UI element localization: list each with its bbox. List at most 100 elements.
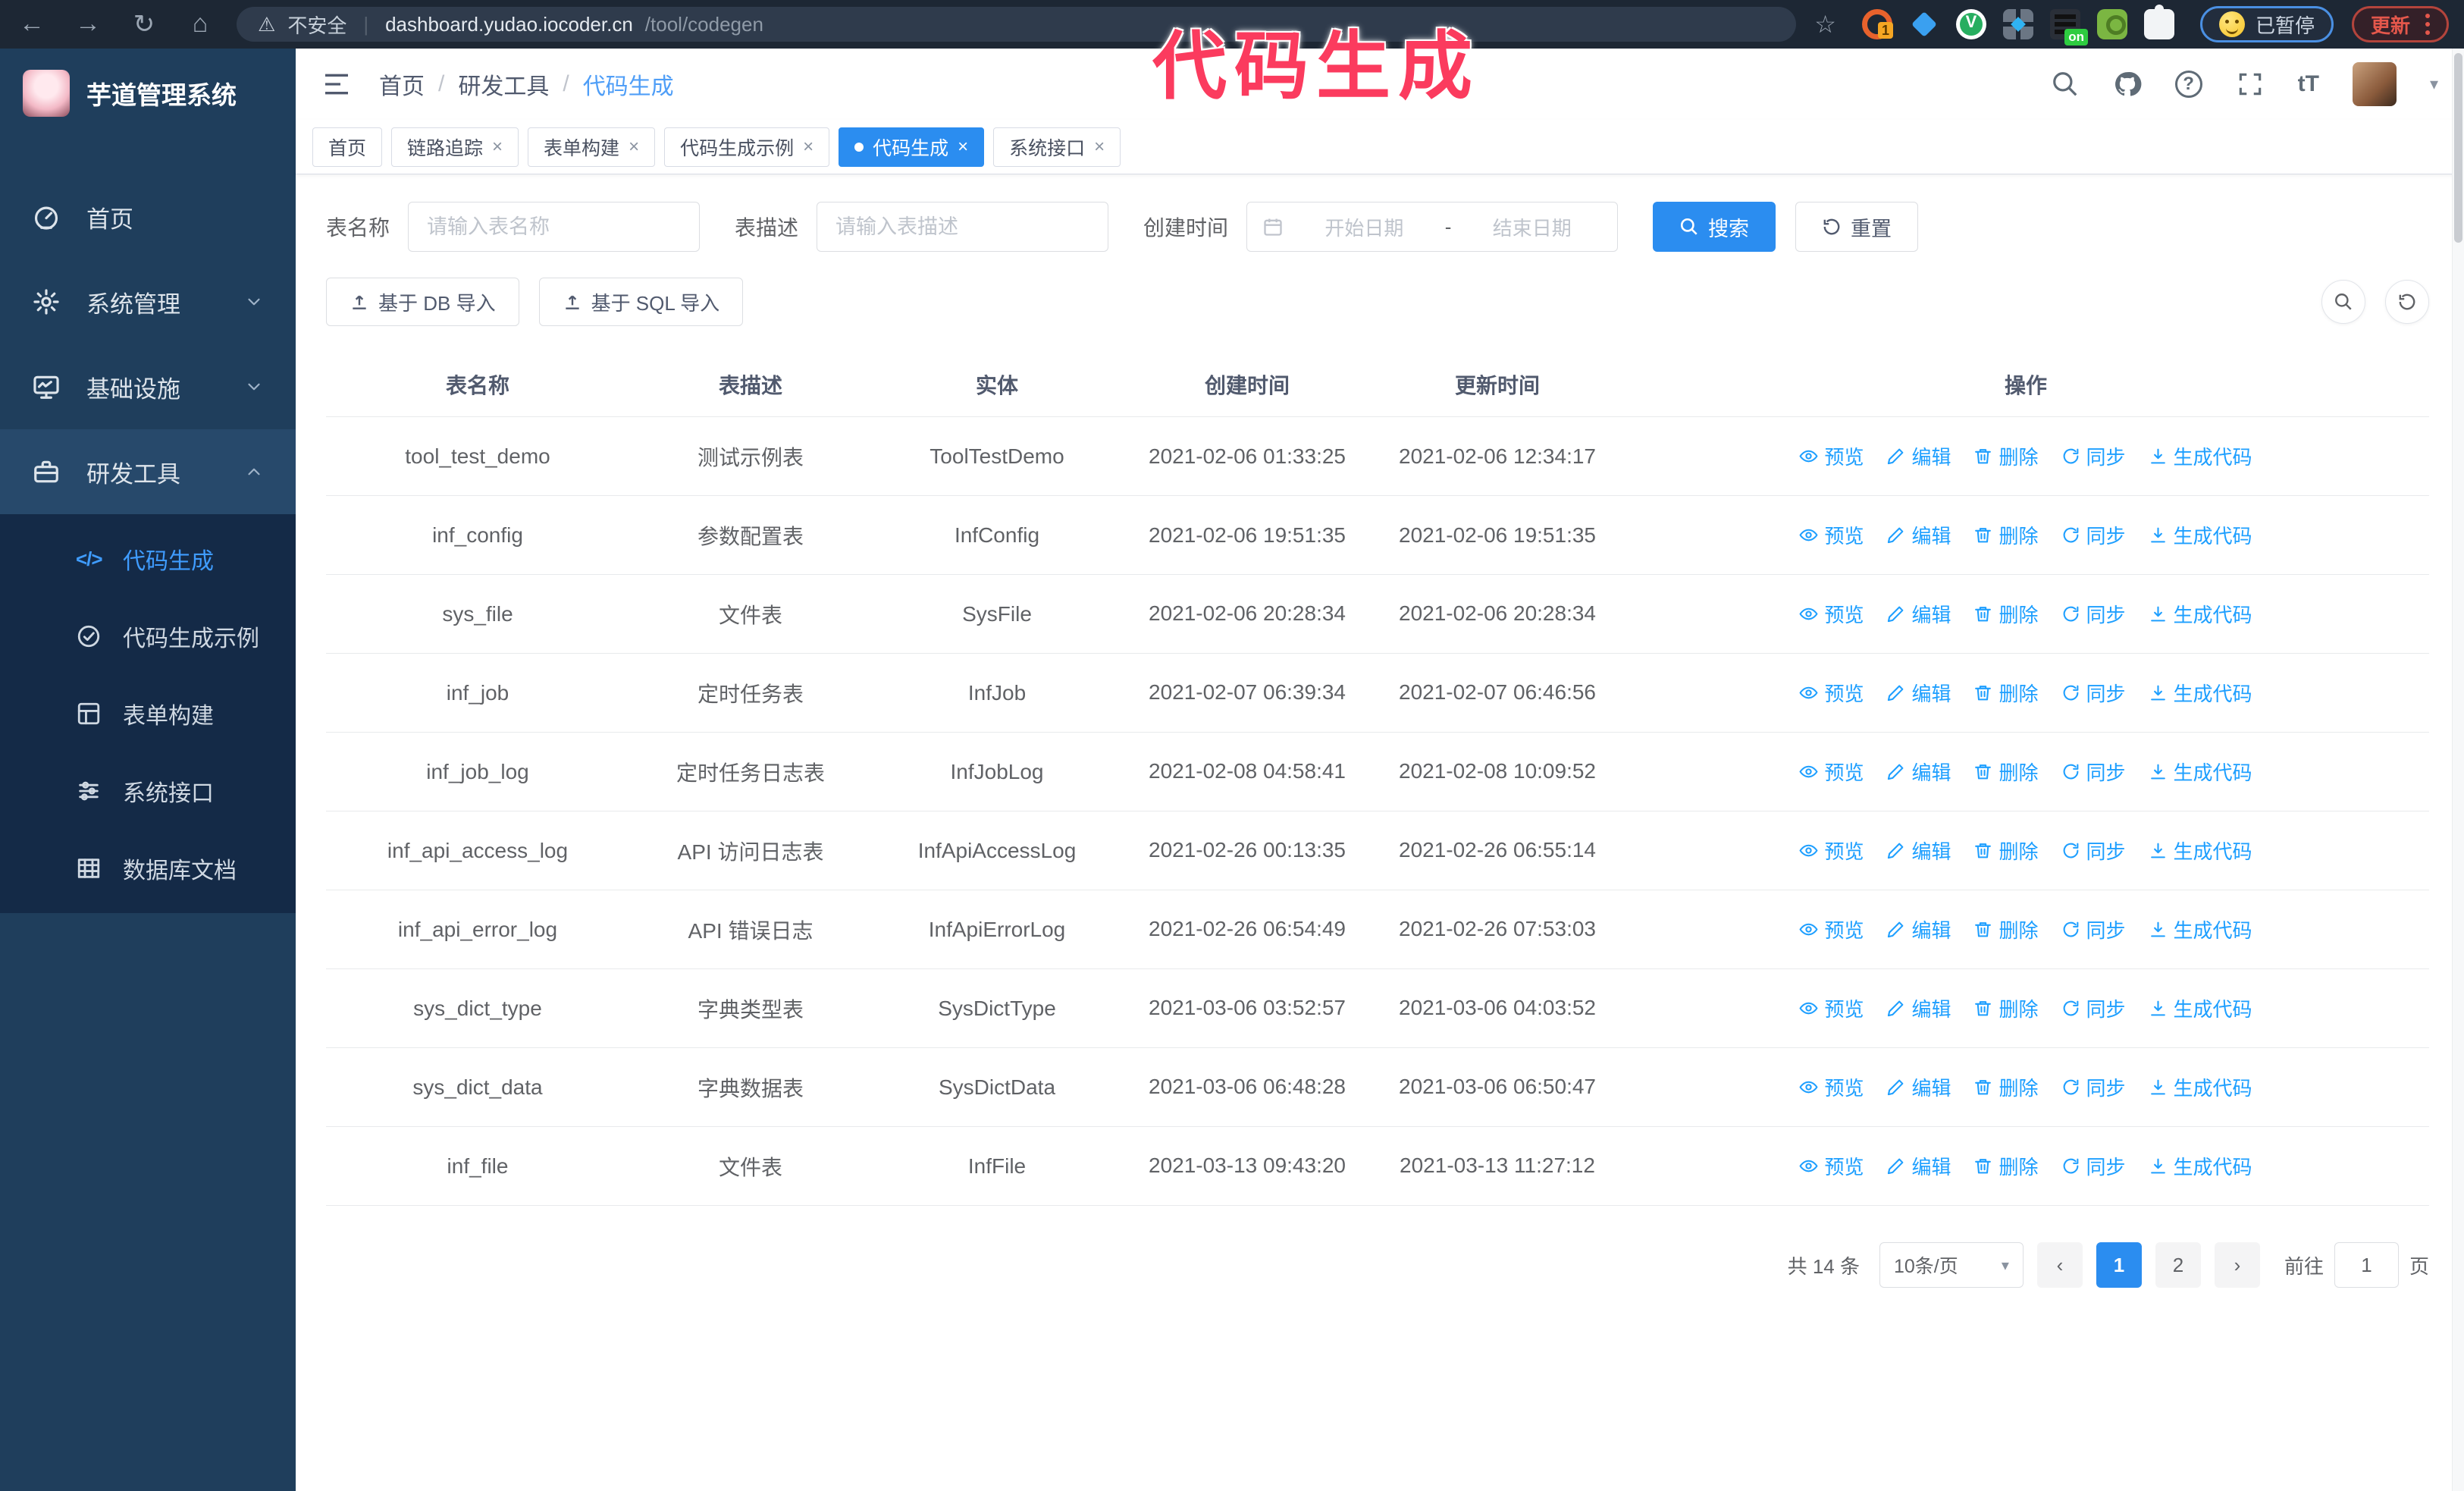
date-range-picker[interactable]: 开始日期 - 结束日期 xyxy=(1246,202,1619,252)
action-edit-link[interactable]: 编辑 xyxy=(1886,1152,1951,1180)
tag-close-icon[interactable]: × xyxy=(803,137,813,156)
action-eye-link[interactable]: 预览 xyxy=(1799,1152,1864,1180)
scrollbar-thumb[interactable] xyxy=(2454,53,2462,243)
action-eye-link[interactable]: 预览 xyxy=(1799,994,1864,1022)
extension-icon-dark[interactable]: on xyxy=(2049,9,2088,46)
extension-icon-greenkey[interactable] xyxy=(2096,9,2127,39)
action-sync-link[interactable]: 同步 xyxy=(2061,915,2126,943)
action-eye-link[interactable]: 预览 xyxy=(1799,521,1864,549)
action-trash-link[interactable]: 删除 xyxy=(1973,994,2039,1022)
sidebar-subitem-3[interactable]: 表单构建 xyxy=(0,675,296,752)
github-icon[interactable] xyxy=(2113,70,2142,99)
collapse-sidebar-icon[interactable] xyxy=(321,69,352,99)
action-edit-link[interactable]: 编辑 xyxy=(1886,521,1951,549)
action-download-link[interactable]: 生成代码 xyxy=(2149,679,2252,707)
tag-5[interactable]: 代码生成 × xyxy=(839,127,985,167)
action-sync-link[interactable]: 同步 xyxy=(2061,442,2126,470)
action-trash-link[interactable]: 删除 xyxy=(1973,1152,2039,1180)
tag-3[interactable]: 表单构建 × xyxy=(528,127,656,167)
action-eye-link[interactable]: 预览 xyxy=(1799,758,1864,786)
chrome-update-button[interactable]: 更新 xyxy=(2351,6,2449,42)
action-download-link[interactable]: 生成代码 xyxy=(2149,521,2252,549)
action-trash-link[interactable]: 删除 xyxy=(1973,521,2039,549)
action-trash-link[interactable]: 删除 xyxy=(1973,600,2039,628)
import-sql-button[interactable]: 基于 SQL 导入 xyxy=(538,278,744,326)
action-download-link[interactable]: 生成代码 xyxy=(2149,1152,2252,1180)
forward-icon[interactable]: → xyxy=(71,9,105,39)
next-page-button[interactable]: › xyxy=(2214,1242,2260,1288)
action-trash-link[interactable]: 删除 xyxy=(1973,679,2039,707)
action-download-link[interactable]: 生成代码 xyxy=(2149,994,2252,1022)
action-sync-link[interactable]: 同步 xyxy=(2061,837,2126,865)
action-sync-link[interactable]: 同步 xyxy=(2061,600,2126,628)
action-edit-link[interactable]: 编辑 xyxy=(1886,679,1951,707)
sidebar-item-4[interactable]: 研发工具 xyxy=(0,429,296,514)
reload-icon[interactable]: ↻ xyxy=(127,9,161,39)
date-start-placeholder[interactable]: 开始日期 xyxy=(1294,213,1434,241)
date-end-placeholder[interactable]: 结束日期 xyxy=(1462,213,1602,241)
tag-1[interactable]: 首页 xyxy=(312,127,383,167)
extension-icon-grid[interactable] xyxy=(2002,9,2033,39)
action-download-link[interactable]: 生成代码 xyxy=(2149,758,2252,786)
action-download-link[interactable]: 生成代码 xyxy=(2149,1073,2252,1101)
page-button-2[interactable]: 2 xyxy=(2155,1242,2201,1288)
tag-6[interactable]: 系统接口 × xyxy=(993,127,1121,167)
breadcrumb-home[interactable]: 首页 xyxy=(379,67,425,101)
action-sync-link[interactable]: 同步 xyxy=(2061,521,2126,549)
sidebar-subitem-2[interactable]: 代码生成示例 xyxy=(0,598,296,675)
action-download-link[interactable]: 生成代码 xyxy=(2149,442,2252,470)
action-edit-link[interactable]: 编辑 xyxy=(1886,442,1951,470)
action-eye-link[interactable]: 预览 xyxy=(1799,915,1864,943)
action-eye-link[interactable]: 预览 xyxy=(1799,1073,1864,1101)
font-size-icon[interactable]: tT xyxy=(2298,71,2319,97)
action-edit-link[interactable]: 编辑 xyxy=(1886,994,1951,1022)
page-size-select[interactable]: 10条/页 ▾ xyxy=(1879,1242,2024,1288)
tag-2[interactable]: 链路追踪 × xyxy=(391,127,519,167)
sidebar-item-2[interactable]: 系统管理 xyxy=(0,259,296,344)
action-download-link[interactable]: 生成代码 xyxy=(2149,915,2252,943)
search-icon[interactable] xyxy=(2051,70,2080,99)
action-download-link[interactable]: 生成代码 xyxy=(2149,837,2252,865)
tag-close-icon[interactable]: × xyxy=(629,137,639,156)
action-eye-link[interactable]: 预览 xyxy=(1799,600,1864,628)
action-sync-link[interactable]: 同步 xyxy=(2061,1152,2126,1180)
action-trash-link[interactable]: 删除 xyxy=(1973,915,2039,943)
action-edit-link[interactable]: 编辑 xyxy=(1886,837,1951,865)
extension-icon-puzzle[interactable] xyxy=(2143,5,2174,39)
action-eye-link[interactable]: 预览 xyxy=(1799,837,1864,865)
action-edit-link[interactable]: 编辑 xyxy=(1886,600,1951,628)
action-trash-link[interactable]: 删除 xyxy=(1973,442,2039,470)
extension-icon-blue[interactable] xyxy=(1909,9,1939,39)
sidebar-item-1[interactable]: 首页 xyxy=(0,174,296,259)
tag-4[interactable]: 代码生成示例 × xyxy=(664,127,830,167)
extension-icon-orange[interactable]: 1 xyxy=(1861,9,1893,39)
extension-icon-green-circle[interactable] xyxy=(1955,9,1986,39)
browser-menu-kebab-icon[interactable] xyxy=(2425,14,2430,35)
home-icon[interactable]: ⌂ xyxy=(183,9,217,39)
action-edit-link[interactable]: 编辑 xyxy=(1886,915,1951,943)
action-edit-link[interactable]: 编辑 xyxy=(1886,1073,1951,1101)
import-db-button[interactable]: 基于 DB 导入 xyxy=(326,278,519,326)
breadcrumb-dev-tools[interactable]: 研发工具 xyxy=(458,67,549,101)
sidebar-item-3[interactable]: 基础设施 xyxy=(0,344,296,429)
sidebar-subitem-5[interactable]: 数据库文档 xyxy=(0,830,296,907)
sidebar-subitem-1[interactable]: </> 代码生成 xyxy=(0,520,296,598)
action-sync-link[interactable]: 同步 xyxy=(2061,1073,2126,1101)
prev-page-button[interactable]: ‹ xyxy=(2036,1242,2083,1288)
tag-close-icon[interactable]: × xyxy=(492,137,503,156)
action-trash-link[interactable]: 删除 xyxy=(1973,1073,2039,1101)
action-edit-link[interactable]: 编辑 xyxy=(1886,758,1951,786)
paused-extension-pill[interactable]: 已暂停 xyxy=(2199,6,2334,42)
table-desc-input[interactable] xyxy=(817,202,1109,252)
action-sync-link[interactable]: 同步 xyxy=(2061,994,2126,1022)
help-icon[interactable]: ? xyxy=(2174,71,2202,98)
page-button-1[interactable]: 1 xyxy=(2096,1242,2142,1288)
action-trash-link[interactable]: 删除 xyxy=(1973,758,2039,786)
bookmark-star-icon[interactable]: ☆ xyxy=(1814,10,1836,39)
avatar-caret-down-icon[interactable]: ▾ xyxy=(2430,74,2438,94)
action-eye-link[interactable]: 预览 xyxy=(1799,679,1864,707)
address-bar[interactable]: ⚠ 不安全 | dashboard.yudao.iocoder.cn/tool/… xyxy=(237,7,1797,42)
refresh-table-button[interactable] xyxy=(2385,280,2429,324)
window-scrollbar[interactable] xyxy=(2452,49,2464,1491)
tag-close-icon[interactable]: × xyxy=(1094,137,1105,156)
